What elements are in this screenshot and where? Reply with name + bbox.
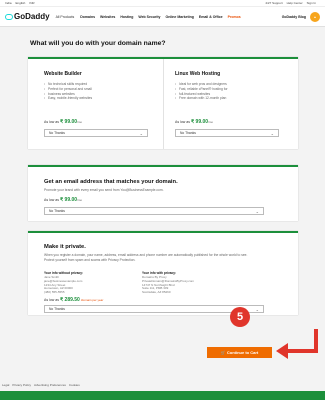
godaddy-logo-icon — [5, 13, 13, 20]
email-select[interactable]: No Thanks ⌄ — [44, 207, 264, 215]
help-center-link[interactable]: Help Center — [287, 1, 303, 5]
example-line: Scottsdale, AZ 85260 — [142, 290, 171, 295]
price-period: /mo — [77, 120, 83, 124]
price-line: As low as ₹ 99.00/mo — [44, 197, 82, 203]
footer-link[interactable]: Privacy Policy — [12, 383, 31, 387]
select-value: No Thanks — [180, 131, 196, 135]
privacy-description: When you register a domain, your name, a… — [44, 253, 248, 262]
cta-label: Continue to Cart — [226, 350, 259, 355]
nav-item-hosting[interactable]: Hosting — [120, 15, 133, 19]
price: ₹ 99.00 — [190, 119, 209, 125]
select-value: No Thanks — [49, 209, 65, 213]
feature-list: Ideal for web pros and designers Fast, r… — [175, 82, 228, 101]
as-low-as-label: As low as — [175, 120, 190, 124]
chevron-down-icon: ⌄ — [270, 131, 274, 136]
nav-item-websites[interactable]: Websites — [100, 15, 115, 19]
email-title: Get an email address that matches your d… — [44, 179, 178, 185]
with-privacy-example: Your info with privacy: Domains By Proxy… — [142, 271, 194, 295]
nav-menu: Domains Websites Hosting Web Security On… — [80, 15, 281, 19]
nav-item-domains[interactable]: Domains — [80, 15, 95, 19]
as-low-as-label: As low as — [44, 298, 59, 302]
main-nav: GoDaddy All Products Domains Websites Ho… — [0, 7, 325, 27]
price: ₹ 99.00 — [59, 197, 78, 203]
support-link[interactable]: 24/7 Support — [265, 1, 282, 5]
product-title: Linux Web Hosting — [175, 71, 221, 77]
price-period: /mo — [77, 198, 83, 202]
chevron-down-icon: ⌄ — [255, 209, 259, 214]
godaddy-logo[interactable]: GoDaddy — [5, 12, 50, 21]
nav-item-web-security[interactable]: Web Security — [138, 15, 160, 19]
select-value: No Thanks — [49, 307, 65, 311]
example-line: (480) 555-5555 — [44, 290, 65, 295]
footer-link[interactable]: Cookies — [69, 383, 80, 387]
chevron-down-icon: ⌄ — [255, 307, 259, 312]
price: ₹ 289.50 — [59, 297, 80, 303]
as-low-as-label: As low as — [44, 120, 59, 124]
currency-selector[interactable]: INR — [29, 1, 34, 5]
footer-link[interactable]: Advertising Preferences — [34, 383, 66, 387]
nav-item-promos[interactable]: Promos — [228, 15, 241, 19]
website-products-card: Website Builder No technical skills requ… — [28, 57, 298, 149]
email-description: Promote your brand with every email you … — [44, 188, 164, 192]
step-callout: 5 — [230, 307, 250, 327]
bottom-bar — [0, 391, 325, 400]
footer-links: Legal Privacy Policy Advertising Prefere… — [2, 383, 83, 387]
linux-hosting-select[interactable]: No Thanks ⌄ — [175, 129, 279, 137]
price-note: /domain per year — [80, 298, 104, 302]
feature-item: Free domain with 12-month plan — [175, 96, 228, 101]
privacy-title: Make it private. — [44, 244, 86, 250]
price-line: As low as ₹ 289.50 /domain per year — [44, 297, 103, 303]
nav-item-email-office[interactable]: Email & Office — [199, 15, 223, 19]
brand-name: GoDaddy — [14, 12, 50, 21]
price-line: As low as ₹ 99.00/mo — [44, 119, 82, 125]
blog-badge-icon: ▲ — [310, 11, 320, 22]
website-builder-select[interactable]: No Thanks ⌄ — [44, 129, 148, 137]
price-period: /mo — [208, 120, 214, 124]
without-privacy-example: Your info without privacy: Jane Smith ja… — [44, 271, 83, 295]
page-title: What will you do with your domain name? — [30, 40, 166, 47]
product-title: Website Builder — [44, 71, 82, 77]
feature-item: Easy, mobile-friendly websites — [44, 96, 92, 101]
utility-bar: India English INR 24/7 Support Help Cent… — [0, 0, 325, 7]
website-builder-option: Website Builder No technical skills requ… — [28, 59, 163, 149]
price: ₹ 99.00 — [59, 119, 78, 125]
nav-item-online-marketing[interactable]: Online Marketing — [165, 15, 193, 19]
pointer-arrow-icon — [276, 329, 318, 359]
email-card: Get an email address that matches your d… — [28, 165, 298, 221]
as-low-as-label: As low as — [44, 198, 59, 202]
chevron-down-icon: ⌄ — [139, 131, 143, 136]
footer-link[interactable]: Legal — [2, 383, 9, 387]
price-line: As low as ₹ 99.00/mo — [175, 119, 213, 125]
sign-in-link[interactable]: Sign In — [307, 1, 316, 5]
privacy-card: Make it private. When you register a dom… — [28, 231, 298, 315]
country-selector[interactable]: India — [5, 1, 12, 5]
feature-list: No technical skills required Perfect for… — [44, 82, 92, 101]
linux-hosting-option: Linux Web Hosting Ideal for web pros and… — [163, 59, 298, 149]
select-value: No Thanks — [49, 131, 65, 135]
continue-to-cart-button[interactable]: 🛒 Continue to Cart — [207, 347, 272, 358]
blog-link[interactable]: GoDaddy Blog — [282, 15, 306, 19]
all-products-menu[interactable]: All Products — [56, 15, 75, 19]
language-selector[interactable]: English — [16, 1, 26, 5]
